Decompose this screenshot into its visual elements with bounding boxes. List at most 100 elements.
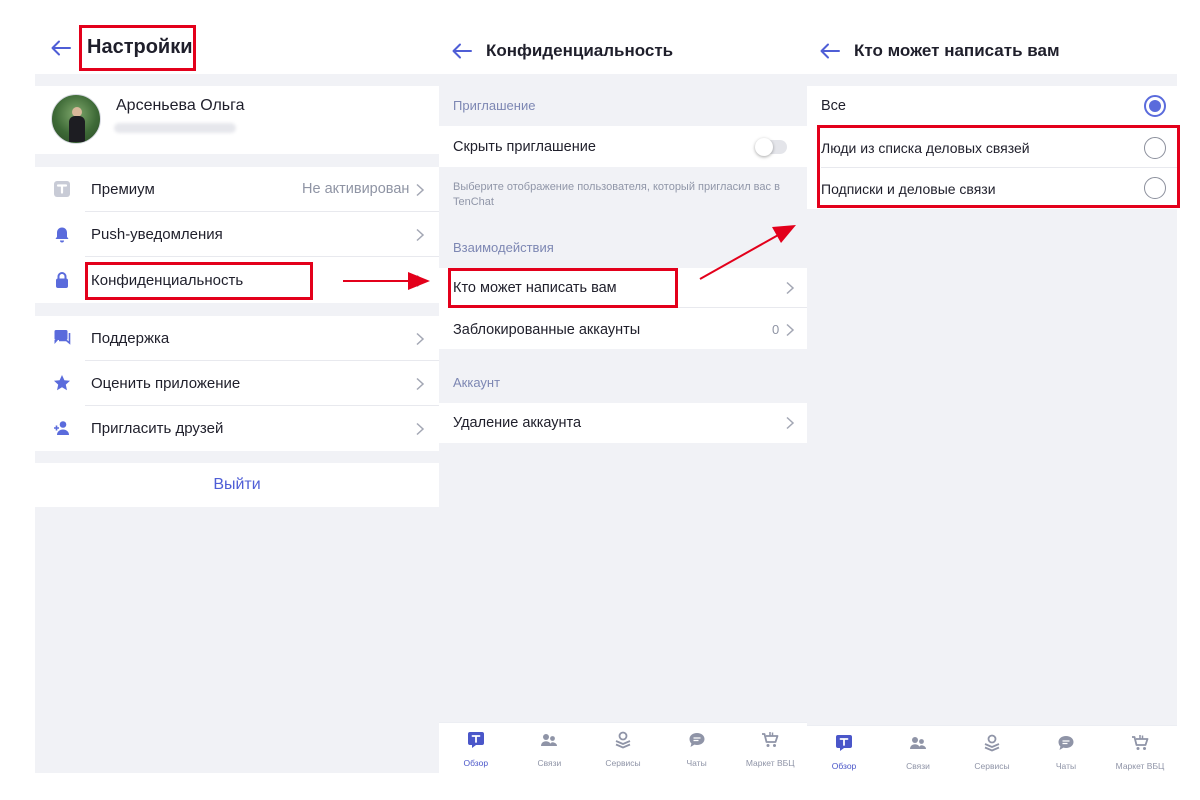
add-person-icon <box>51 417 73 439</box>
back-arrow-icon[interactable] <box>448 37 476 65</box>
who-can-write-label: Кто может написать вам <box>453 280 617 296</box>
privacy-screen: Конфиденциальность Приглашение Скрыть пр… <box>439 0 807 800</box>
option-subscriptions[interactable]: Подписки и деловые связи <box>807 168 1177 209</box>
profile-row[interactable]: Арсеньева Ольга <box>35 86 439 154</box>
tab-connections[interactable]: Связи <box>513 723 587 774</box>
separator <box>35 154 439 167</box>
blocked-accounts-row[interactable]: Заблокированные аккаунты 0 <box>439 308 807 349</box>
settings-group-2: Поддержка Оценить приложение Пригласить … <box>35 316 439 451</box>
logout-button[interactable]: Выйти <box>35 476 439 494</box>
bell-icon <box>51 224 73 246</box>
tab-overview[interactable]: Обзор <box>807 726 881 777</box>
cart-icon <box>1130 734 1150 752</box>
hide-invite-toggle[interactable] <box>755 138 787 156</box>
lock-icon <box>51 269 73 291</box>
bottom-tab-bar: Обзор Связи Сервисы Чаты Маркет ВБЦ <box>439 722 807 774</box>
tab-label: Маркет ВБЦ <box>1115 761 1165 771</box>
overview-t-icon <box>834 734 854 752</box>
option-all[interactable]: Все <box>807 86 1177 127</box>
tab-market[interactable]: Маркет ВБЦ <box>1103 726 1177 777</box>
hide-invite-note: Выберите отображение пользователя, котор… <box>453 181 780 208</box>
page-title: Кто может написать вам <box>854 41 1060 60</box>
people-icon <box>539 731 559 749</box>
premium-label: Премиум <box>91 181 155 198</box>
support-row[interactable]: Поддержка <box>35 316 439 361</box>
push-label: Push-уведомления <box>91 226 223 243</box>
support-label: Поддержка <box>91 330 170 347</box>
premium-status: Не активирован <box>302 181 410 197</box>
settings-group-1: Премиум Не активирован Push-уведомления … <box>35 167 439 303</box>
options-group: Все Люди из списка деловых связей Подпис… <box>807 86 1177 209</box>
people-icon <box>908 734 928 752</box>
tab-label: Чаты <box>686 758 707 768</box>
who-can-write-row[interactable]: Кто может написать вам <box>439 268 807 308</box>
tab-connections[interactable]: Связи <box>881 726 955 777</box>
star-icon <box>51 372 73 394</box>
tab-label: Связи <box>906 761 930 771</box>
option-all-radio[interactable] <box>1144 95 1166 117</box>
chevron-right-icon <box>415 422 425 436</box>
rate-app-row[interactable]: Оценить приложение <box>35 361 439 406</box>
delete-account-row[interactable]: Удаление аккаунта <box>439 403 807 443</box>
interaction-group: Кто может написать вам Заблокированные а… <box>439 268 807 349</box>
section-interaction: Взаимодействия <box>453 240 554 255</box>
back-arrow-icon[interactable] <box>816 37 844 65</box>
settings-screen: Настройки Арсеньева Ольга Премиум Не акт… <box>35 0 439 800</box>
option-label: Подписки и деловые связи <box>821 181 996 197</box>
chevron-right-icon <box>415 274 425 288</box>
option-label: Люди из списка деловых связей <box>821 140 1030 156</box>
option-business-contacts-radio[interactable] <box>1144 137 1166 159</box>
page-title: Конфиденциальность <box>486 41 674 60</box>
tab-chats[interactable]: Чаты <box>660 723 734 774</box>
bottom-tab-bar: Обзор Связи Сервисы Чаты Маркет ВБЦ <box>807 725 1177 777</box>
tab-market[interactable]: Маркет ВБЦ <box>733 723 807 774</box>
back-arrow-icon[interactable] <box>47 34 75 62</box>
chevron-right-icon <box>415 332 425 346</box>
chevron-right-icon <box>785 281 795 295</box>
page-title: Настройки <box>87 36 193 58</box>
chevron-right-icon <box>415 228 425 242</box>
tab-services[interactable]: Сервисы <box>586 723 660 774</box>
chats-icon <box>1056 734 1076 752</box>
tab-overview[interactable]: Обзор <box>439 723 513 774</box>
invite-friends-row[interactable]: Пригласить друзей <box>35 406 439 451</box>
profile-name: Арсеньева Ольга <box>116 97 245 114</box>
empty-area <box>35 507 439 773</box>
chat-icon <box>51 326 73 348</box>
privacy-row[interactable]: Конфиденциальность <box>35 257 439 303</box>
rate-label: Оценить приложение <box>91 375 241 392</box>
tab-label: Маркет ВБЦ <box>745 758 795 768</box>
tab-label: Обзор <box>463 758 489 768</box>
premium-t-icon <box>51 178 73 200</box>
option-subscriptions-radio[interactable] <box>1144 177 1166 199</box>
blocked-accounts-label: Заблокированные аккаунты <box>453 322 641 338</box>
tab-label: Связи <box>537 758 562 768</box>
section-invite: Приглашение <box>453 98 536 113</box>
who-can-write-screen: Кто может написать вам Все Люди из списк… <box>807 0 1180 800</box>
separator <box>35 74 439 86</box>
option-business-contacts[interactable]: Люди из списка деловых связей <box>807 127 1177 168</box>
content-background <box>439 74 807 726</box>
premium-row[interactable]: Премиум Не активирован <box>35 167 439 212</box>
chevron-right-icon <box>785 416 795 430</box>
separator <box>35 451 439 463</box>
tab-label: Чаты <box>1055 761 1077 771</box>
services-icon <box>982 734 1002 752</box>
chats-icon <box>687 731 707 749</box>
tab-label: Сервисы <box>605 758 641 768</box>
hide-invite-row[interactable]: Скрыть приглашение <box>439 126 807 167</box>
tab-services[interactable]: Сервисы <box>955 726 1029 777</box>
chevron-right-icon <box>785 323 795 337</box>
section-account: Аккаунт <box>453 375 501 390</box>
blocked-count: 0 <box>772 322 780 337</box>
avatar[interactable] <box>51 94 101 144</box>
tab-label: Сервисы <box>974 761 1010 771</box>
logout-row[interactable]: Выйти <box>35 463 439 507</box>
chevron-right-icon <box>415 377 425 391</box>
invite-label: Пригласить друзей <box>91 420 224 437</box>
separator <box>35 303 439 316</box>
blurred-phone <box>114 123 236 133</box>
hide-invite-label: Скрыть приглашение <box>453 139 596 155</box>
tab-chats[interactable]: Чаты <box>1029 726 1103 777</box>
push-notifications-row[interactable]: Push-уведомления <box>35 212 439 257</box>
